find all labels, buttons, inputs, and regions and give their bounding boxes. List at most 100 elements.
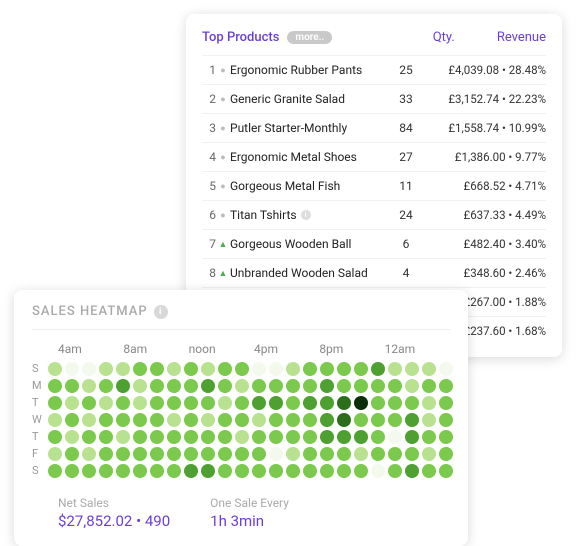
heatmap-cell[interactable] — [184, 430, 198, 444]
heatmap-cell[interactable] — [201, 379, 215, 393]
heatmap-cell[interactable] — [354, 362, 368, 376]
heatmap-cell[interactable] — [99, 379, 113, 393]
heatmap-cell[interactable] — [371, 430, 385, 444]
heatmap-cell[interactable] — [201, 413, 215, 427]
heatmap-cell[interactable] — [133, 413, 147, 427]
heatmap-cell[interactable] — [320, 413, 334, 427]
heatmap-cell[interactable] — [422, 413, 436, 427]
more-button[interactable]: more.. — [287, 31, 332, 44]
heatmap-cell[interactable] — [82, 447, 96, 461]
table-row[interactable]: 1●Ergonomic Rubber Pants25£4,039.08 • 28… — [202, 55, 546, 84]
heatmap-cell[interactable] — [269, 413, 283, 427]
heatmap-cell[interactable] — [235, 464, 249, 478]
heatmap-cell[interactable] — [150, 447, 164, 461]
heatmap-cell[interactable] — [82, 396, 96, 410]
heatmap-cell[interactable] — [252, 430, 266, 444]
heatmap-cell[interactable] — [354, 379, 368, 393]
heatmap-cell[interactable] — [252, 396, 266, 410]
heatmap-cell[interactable] — [167, 464, 181, 478]
heatmap-cell[interactable] — [218, 396, 232, 410]
heatmap-cell[interactable] — [65, 413, 79, 427]
heatmap-cell[interactable] — [439, 413, 453, 427]
heatmap-cell[interactable] — [303, 413, 317, 427]
heatmap-cell[interactable] — [269, 447, 283, 461]
heatmap-cell[interactable] — [422, 379, 436, 393]
heatmap-cell[interactable] — [371, 464, 385, 478]
heatmap-cell[interactable] — [235, 362, 249, 376]
heatmap-cell[interactable] — [388, 413, 402, 427]
heatmap-cell[interactable] — [133, 447, 147, 461]
heatmap-cell[interactable] — [48, 447, 62, 461]
heatmap-cell[interactable] — [201, 430, 215, 444]
heatmap-cell[interactable] — [405, 379, 419, 393]
heatmap-cell[interactable] — [82, 413, 96, 427]
heatmap-cell[interactable] — [439, 396, 453, 410]
heatmap-cell[interactable] — [269, 430, 283, 444]
heatmap-cell[interactable] — [48, 396, 62, 410]
info-icon[interactable]: i — [154, 305, 168, 319]
heatmap-cell[interactable] — [235, 413, 249, 427]
heatmap-cell[interactable] — [116, 430, 130, 444]
heatmap-cell[interactable] — [133, 379, 147, 393]
heatmap-cell[interactable] — [99, 396, 113, 410]
heatmap-cell[interactable] — [439, 430, 453, 444]
heatmap-cell[interactable] — [371, 396, 385, 410]
heatmap-cell[interactable] — [388, 447, 402, 461]
heatmap-cell[interactable] — [167, 396, 181, 410]
heatmap-cell[interactable] — [269, 362, 283, 376]
heatmap-cell[interactable] — [218, 362, 232, 376]
table-row[interactable]: 8▲Unbranded Wooden Salad4£348.60 • 2.46% — [202, 258, 546, 287]
heatmap-cell[interactable] — [201, 447, 215, 461]
heatmap-cell[interactable] — [99, 430, 113, 444]
heatmap-cell[interactable] — [320, 379, 334, 393]
heatmap-cell[interactable] — [286, 413, 300, 427]
heatmap-cell[interactable] — [235, 379, 249, 393]
table-row[interactable]: 3●Putler Starter-Monthly84£1,558.74 • 10… — [202, 113, 546, 142]
heatmap-cell[interactable] — [65, 362, 79, 376]
heatmap-cell[interactable] — [354, 447, 368, 461]
heatmap-cell[interactable] — [252, 379, 266, 393]
heatmap-cell[interactable] — [184, 379, 198, 393]
heatmap-cell[interactable] — [150, 413, 164, 427]
heatmap-cell[interactable] — [286, 447, 300, 461]
heatmap-cell[interactable] — [184, 447, 198, 461]
heatmap-cell[interactable] — [48, 464, 62, 478]
heatmap-cell[interactable] — [218, 413, 232, 427]
heatmap-cell[interactable] — [388, 464, 402, 478]
table-row[interactable]: 7▲Gorgeous Wooden Ball6£482.40 • 3.40% — [202, 229, 546, 258]
heatmap-cell[interactable] — [337, 447, 351, 461]
heatmap-cell[interactable] — [184, 464, 198, 478]
heatmap-cell[interactable] — [82, 430, 96, 444]
heatmap-cell[interactable] — [99, 413, 113, 427]
heatmap-cell[interactable] — [82, 464, 96, 478]
heatmap-cell[interactable] — [167, 362, 181, 376]
heatmap-cell[interactable] — [439, 362, 453, 376]
heatmap-cell[interactable] — [167, 447, 181, 461]
heatmap-cell[interactable] — [303, 464, 317, 478]
heatmap-cell[interactable] — [405, 447, 419, 461]
heatmap-cell[interactable] — [133, 396, 147, 410]
heatmap-cell[interactable] — [167, 413, 181, 427]
heatmap-cell[interactable] — [82, 362, 96, 376]
heatmap-cell[interactable] — [218, 379, 232, 393]
heatmap-cell[interactable] — [150, 362, 164, 376]
heatmap-cell[interactable] — [354, 396, 368, 410]
table-row[interactable]: 2●Generic Granite Salad33£3,152.74 • 22.… — [202, 84, 546, 113]
heatmap-cell[interactable] — [371, 362, 385, 376]
heatmap-cell[interactable] — [252, 447, 266, 461]
heatmap-cell[interactable] — [116, 396, 130, 410]
heatmap-cell[interactable] — [405, 430, 419, 444]
heatmap-cell[interactable] — [235, 447, 249, 461]
heatmap-cell[interactable] — [218, 430, 232, 444]
heatmap-cell[interactable] — [150, 396, 164, 410]
heatmap-cell[interactable] — [286, 362, 300, 376]
heatmap-cell[interactable] — [150, 430, 164, 444]
heatmap-cell[interactable] — [133, 430, 147, 444]
heatmap-cell[interactable] — [48, 430, 62, 444]
heatmap-cell[interactable] — [388, 379, 402, 393]
heatmap-cell[interactable] — [303, 447, 317, 461]
heatmap-cell[interactable] — [303, 430, 317, 444]
heatmap-cell[interactable] — [48, 413, 62, 427]
heatmap-cell[interactable] — [320, 464, 334, 478]
heatmap-cell[interactable] — [252, 413, 266, 427]
